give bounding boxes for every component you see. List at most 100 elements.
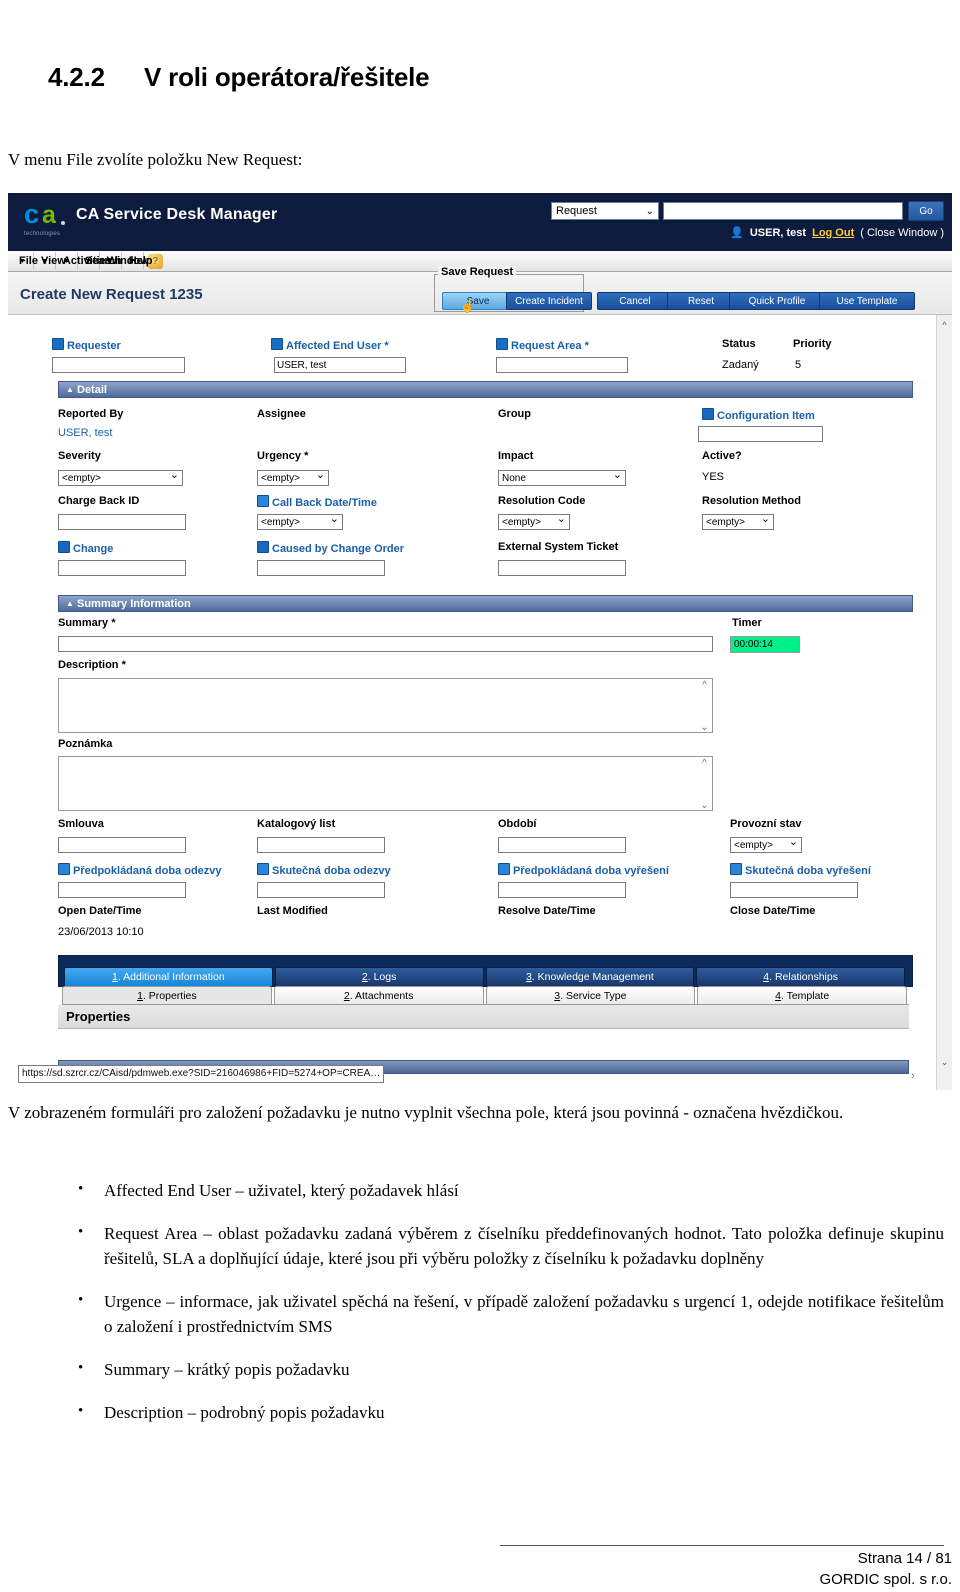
tab-knowledge-management[interactable]: 3. Knowledge Management bbox=[485, 967, 695, 986]
user-name: USER, test bbox=[749, 226, 807, 239]
charge-back-id-input[interactable] bbox=[58, 514, 186, 530]
scroll-up-icon[interactable]: ^ bbox=[937, 317, 952, 332]
cancel-button[interactable]: Cancel bbox=[597, 292, 673, 310]
header-search: Request ⌄ Go bbox=[551, 201, 944, 221]
external-system-ticket-label: External System Ticket bbox=[498, 541, 619, 553]
subtab-label-template: . Template bbox=[780, 989, 830, 1002]
change-input[interactable] bbox=[58, 560, 186, 576]
priority-label: Priority bbox=[793, 338, 832, 350]
skutecna-doba-odezvy-input[interactable] bbox=[257, 882, 385, 898]
request-page-title: Create New Request 1235 bbox=[20, 286, 203, 303]
skutecna-doba-vyreseni-input[interactable] bbox=[730, 882, 858, 898]
request-area-label: Request Area * bbox=[496, 338, 589, 352]
heading-number: 4.2.2 bbox=[48, 62, 105, 92]
resolution-method-select[interactable]: <empty> bbox=[702, 513, 774, 530]
smlouva-input[interactable] bbox=[58, 837, 186, 853]
ca-logo-icon: c a technologies bbox=[24, 201, 70, 241]
caused-by-change-order-input[interactable] bbox=[257, 560, 385, 576]
subtab-attachments[interactable]: 2. Attachments bbox=[273, 986, 484, 1004]
poznamka-scrollbar[interactable]: ^ ⌄ bbox=[698, 757, 711, 812]
timer-label: Timer bbox=[732, 617, 762, 629]
app-header: c a technologies CA Service Desk Manager… bbox=[8, 193, 952, 251]
summary-section-header[interactable]: ▲ Summary Information bbox=[58, 595, 913, 612]
close-window-link[interactable]: ( Close Window ) bbox=[860, 227, 944, 239]
save-button[interactable]: Save bbox=[442, 292, 514, 310]
magnifier-lookup-icon bbox=[58, 541, 70, 553]
subtab-service-type[interactable]: 3. Service Type bbox=[485, 986, 696, 1004]
last-modified-label: Last Modified bbox=[257, 905, 328, 917]
scroll-down-icon[interactable]: ⌄ bbox=[937, 1055, 952, 1070]
footer-page-number: Strana 14 / 81 bbox=[857, 1550, 952, 1567]
search-scope-select[interactable]: Request ⌄ bbox=[551, 202, 659, 220]
list-item: Request Area – oblast požadavku zadaná v… bbox=[60, 1220, 944, 1271]
bullet-list: Affected End User – uživatel, který poža… bbox=[60, 1177, 944, 1443]
request-area-input[interactable] bbox=[496, 357, 628, 373]
menu-item-file[interactable]: File ▼ bbox=[12, 252, 38, 270]
user-icon: 👤 bbox=[730, 227, 744, 239]
timer-value: 00:00:14 bbox=[730, 636, 800, 653]
assignee-label: Assignee bbox=[257, 408, 306, 420]
description-scrollbar[interactable]: ^ ⌄ bbox=[698, 679, 711, 734]
detail-section-header[interactable]: ▲ Detail bbox=[58, 381, 913, 398]
scroll-up-icon[interactable]: ^ bbox=[702, 680, 707, 691]
katalogovy-list-label: Katalogový list bbox=[257, 818, 336, 830]
quick-profile-button[interactable]: Quick Profile bbox=[729, 292, 825, 310]
tab-label-logs: . Logs bbox=[367, 971, 397, 983]
calendar-icon bbox=[730, 863, 742, 875]
subtab-template[interactable]: 4. Template bbox=[697, 986, 907, 1004]
search-scope-value: Request bbox=[556, 205, 597, 217]
tab-label-additional-information: . Additional Information bbox=[117, 971, 225, 983]
page-title: 4.2.2 V roli operátora/řešitele bbox=[48, 62, 430, 93]
resolution-code-select[interactable]: <empty> bbox=[498, 513, 570, 530]
call-back-date-time-label: Call Back Date/Time bbox=[257, 495, 377, 509]
description-textarea[interactable]: ^ ⌄ bbox=[58, 678, 713, 733]
logout-link[interactable]: Log Out bbox=[812, 227, 854, 239]
impact-select[interactable]: None bbox=[498, 469, 626, 486]
call-back-date-time-select[interactable]: <empty> bbox=[257, 513, 343, 530]
external-system-ticket-input[interactable] bbox=[498, 560, 626, 576]
status-label: Status bbox=[722, 338, 756, 350]
poznamka-textarea[interactable]: ^ ⌄ bbox=[58, 756, 713, 811]
tab-logs[interactable]: 2. Logs bbox=[274, 967, 484, 986]
configuration-item-input[interactable] bbox=[698, 426, 823, 442]
tab-additional-information[interactable]: 1. Additional Information bbox=[64, 967, 273, 986]
list-item: Affected End User – uživatel, který poža… bbox=[60, 1177, 944, 1203]
create-incident-button[interactable]: Create Incident bbox=[506, 292, 592, 310]
severity-select[interactable]: <empty> bbox=[58, 469, 183, 486]
logo-letter-a: a bbox=[42, 201, 56, 229]
subtab-label-service-type: . Service Type bbox=[560, 989, 627, 1002]
urgency-select[interactable]: <empty> bbox=[257, 469, 329, 486]
resolution-code-label: Resolution Code bbox=[498, 495, 586, 507]
katalogovy-list-input[interactable] bbox=[257, 837, 385, 853]
tab-label-relationships: . Relationships bbox=[769, 971, 838, 983]
mouse-cursor-icon: ☝ bbox=[460, 299, 475, 313]
affected-end-user-input[interactable]: USER, test bbox=[274, 357, 406, 373]
reset-button[interactable]: Reset bbox=[667, 292, 735, 310]
obdobi-input[interactable] bbox=[498, 837, 626, 853]
search-input[interactable] bbox=[663, 202, 903, 220]
requester-input[interactable] bbox=[52, 357, 185, 373]
scroll-down-icon[interactable]: ⌄ bbox=[700, 722, 708, 733]
logo-dot-icon bbox=[61, 221, 65, 225]
menu-label-help: Help bbox=[128, 255, 153, 267]
form-scrollbar[interactable]: ^ ⌄ bbox=[936, 315, 952, 1090]
primary-tab-strip: 1. Additional Information 2. Logs 3. Kno… bbox=[58, 955, 913, 987]
scroll-down-icon[interactable]: ⌄ bbox=[700, 800, 708, 811]
change-label: Change bbox=[58, 541, 113, 555]
charge-back-id-label: Charge Back ID bbox=[58, 495, 140, 507]
scroll-right-icon[interactable]: › bbox=[911, 1070, 915, 1082]
provozni-stav-select[interactable]: <empty> bbox=[730, 836, 802, 853]
subtab-properties[interactable]: 1. Properties bbox=[62, 986, 272, 1004]
predpokladana-doba-odezvy-input[interactable] bbox=[58, 882, 186, 898]
predpokladana-doba-vyreseni-input[interactable] bbox=[498, 882, 626, 898]
list-item: Summary – krátký popis požadavku bbox=[60, 1356, 944, 1382]
use-template-button[interactable]: Use Template bbox=[819, 292, 915, 310]
tab-relationships[interactable]: 4. Relationships bbox=[696, 967, 905, 986]
person-lookup-icon bbox=[271, 338, 283, 350]
predpokladana-doba-odezvy-label: Předpokládaná doba odezvy bbox=[58, 863, 222, 877]
group-label: Group bbox=[498, 408, 531, 420]
summary-input[interactable] bbox=[58, 636, 713, 652]
scroll-up-icon[interactable]: ^ bbox=[702, 758, 707, 769]
action-bar: Create New Request 1235 Save Request Sav… bbox=[8, 266, 952, 315]
search-go-button[interactable]: Go bbox=[908, 201, 944, 221]
